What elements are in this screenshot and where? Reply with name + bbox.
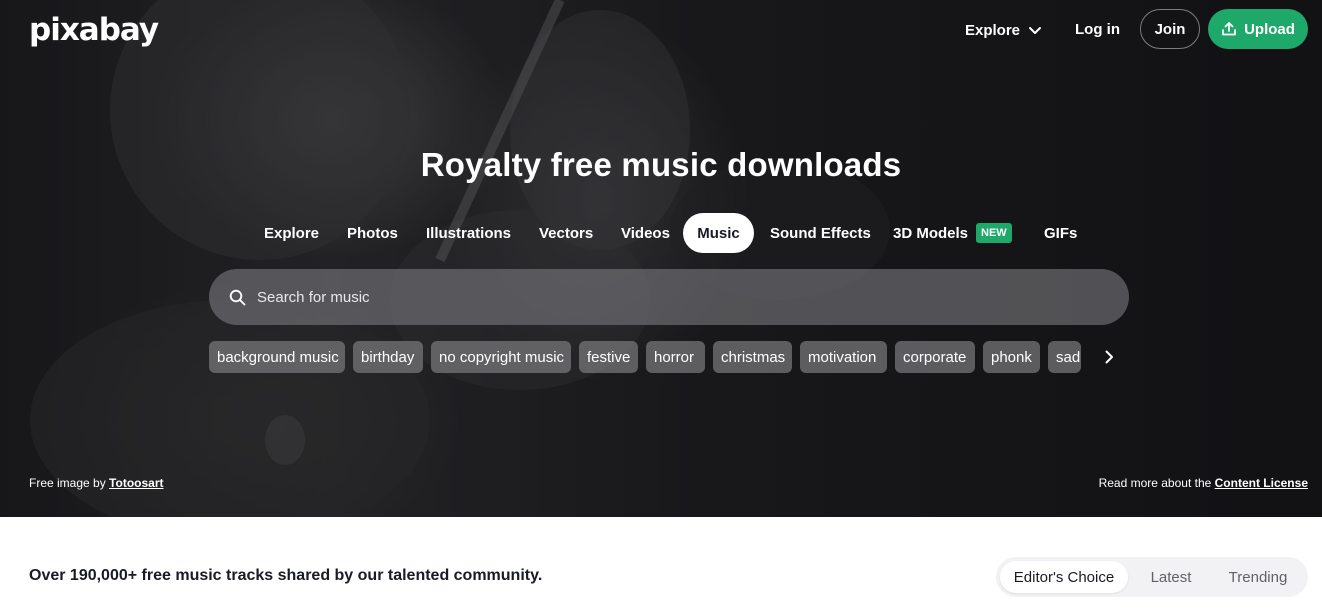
tab-illustrations[interactable]: Illustrations	[426, 213, 511, 253]
hero-overlay	[0, 0, 1322, 517]
image-credit: Free image by Totoosart	[29, 476, 164, 490]
chip-sad[interactable]: sad	[1048, 341, 1081, 373]
sort-trending[interactable]: Trending	[1214, 561, 1302, 593]
search-bar[interactable]	[209, 269, 1129, 325]
search-icon	[229, 289, 246, 305]
chip-festive[interactable]: festive	[579, 341, 638, 373]
chevron-down-icon	[1029, 27, 1042, 34]
tab-videos[interactable]: Videos	[621, 213, 670, 253]
chips-scroll-right-button[interactable]	[1096, 342, 1122, 372]
explore-menu[interactable]: Explore	[965, 19, 1042, 41]
chip-no-copyright-music[interactable]: no copyright music	[431, 341, 571, 373]
section-tagline: Over 190,000+ free music tracks shared b…	[29, 567, 543, 584]
search-input[interactable]	[257, 288, 1077, 306]
tab-sound-effects[interactable]: Sound Effects	[770, 213, 871, 253]
upload-button-label: Upload	[1244, 20, 1295, 38]
login-link[interactable]: Log in	[1075, 19, 1120, 41]
tab-gifs[interactable]: GIFs	[1044, 213, 1077, 253]
chip-birthday[interactable]: birthday	[353, 341, 423, 373]
pixabay-logo[interactable]: pixabay	[29, 12, 159, 48]
chip-motivation[interactable]: motivation	[800, 341, 887, 373]
sort-editors-choice[interactable]: Editor's Choice	[1000, 561, 1128, 593]
chip-corporate[interactable]: corporate	[895, 341, 975, 373]
tab-3d-models-label: 3D Models	[893, 224, 969, 242]
upload-icon	[1222, 22, 1236, 36]
chip-christmas[interactable]: christmas	[713, 341, 792, 373]
license-note-prefix: Read more about the	[1098, 476, 1215, 490]
license-note: Read more about the Content License	[1099, 476, 1308, 490]
tab-explore[interactable]: Explore	[264, 213, 319, 253]
tab-vectors[interactable]: Vectors	[539, 213, 593, 253]
sort-latest[interactable]: Latest	[1132, 561, 1210, 593]
chip-phonk[interactable]: phonk	[983, 341, 1040, 373]
image-credit-prefix: Free image by	[29, 476, 110, 490]
content-license-link[interactable]: Content License	[1215, 476, 1308, 490]
image-author-link[interactable]: Totoosart	[109, 476, 163, 490]
explore-menu-label: Explore	[965, 21, 1021, 39]
tab-music[interactable]: Music	[683, 213, 754, 253]
chevron-right-icon	[1105, 350, 1113, 364]
tab-photos[interactable]: Photos	[347, 213, 398, 253]
join-button[interactable]: Join	[1140, 9, 1200, 49]
chip-horror[interactable]: horror	[646, 341, 705, 373]
new-badge: NEW	[976, 223, 1012, 243]
tab-3d-models[interactable]: 3D Models NEW	[893, 213, 1012, 253]
page-title: Royalty free music downloads	[420, 146, 902, 183]
chip-background-music[interactable]: background music	[209, 341, 345, 373]
sort-toggle-group: Editor's Choice Latest Trending	[996, 557, 1308, 597]
upload-button[interactable]: Upload	[1208, 9, 1308, 49]
hero-banner: pixabay Explore Log in Join Upload Royal…	[0, 0, 1322, 517]
